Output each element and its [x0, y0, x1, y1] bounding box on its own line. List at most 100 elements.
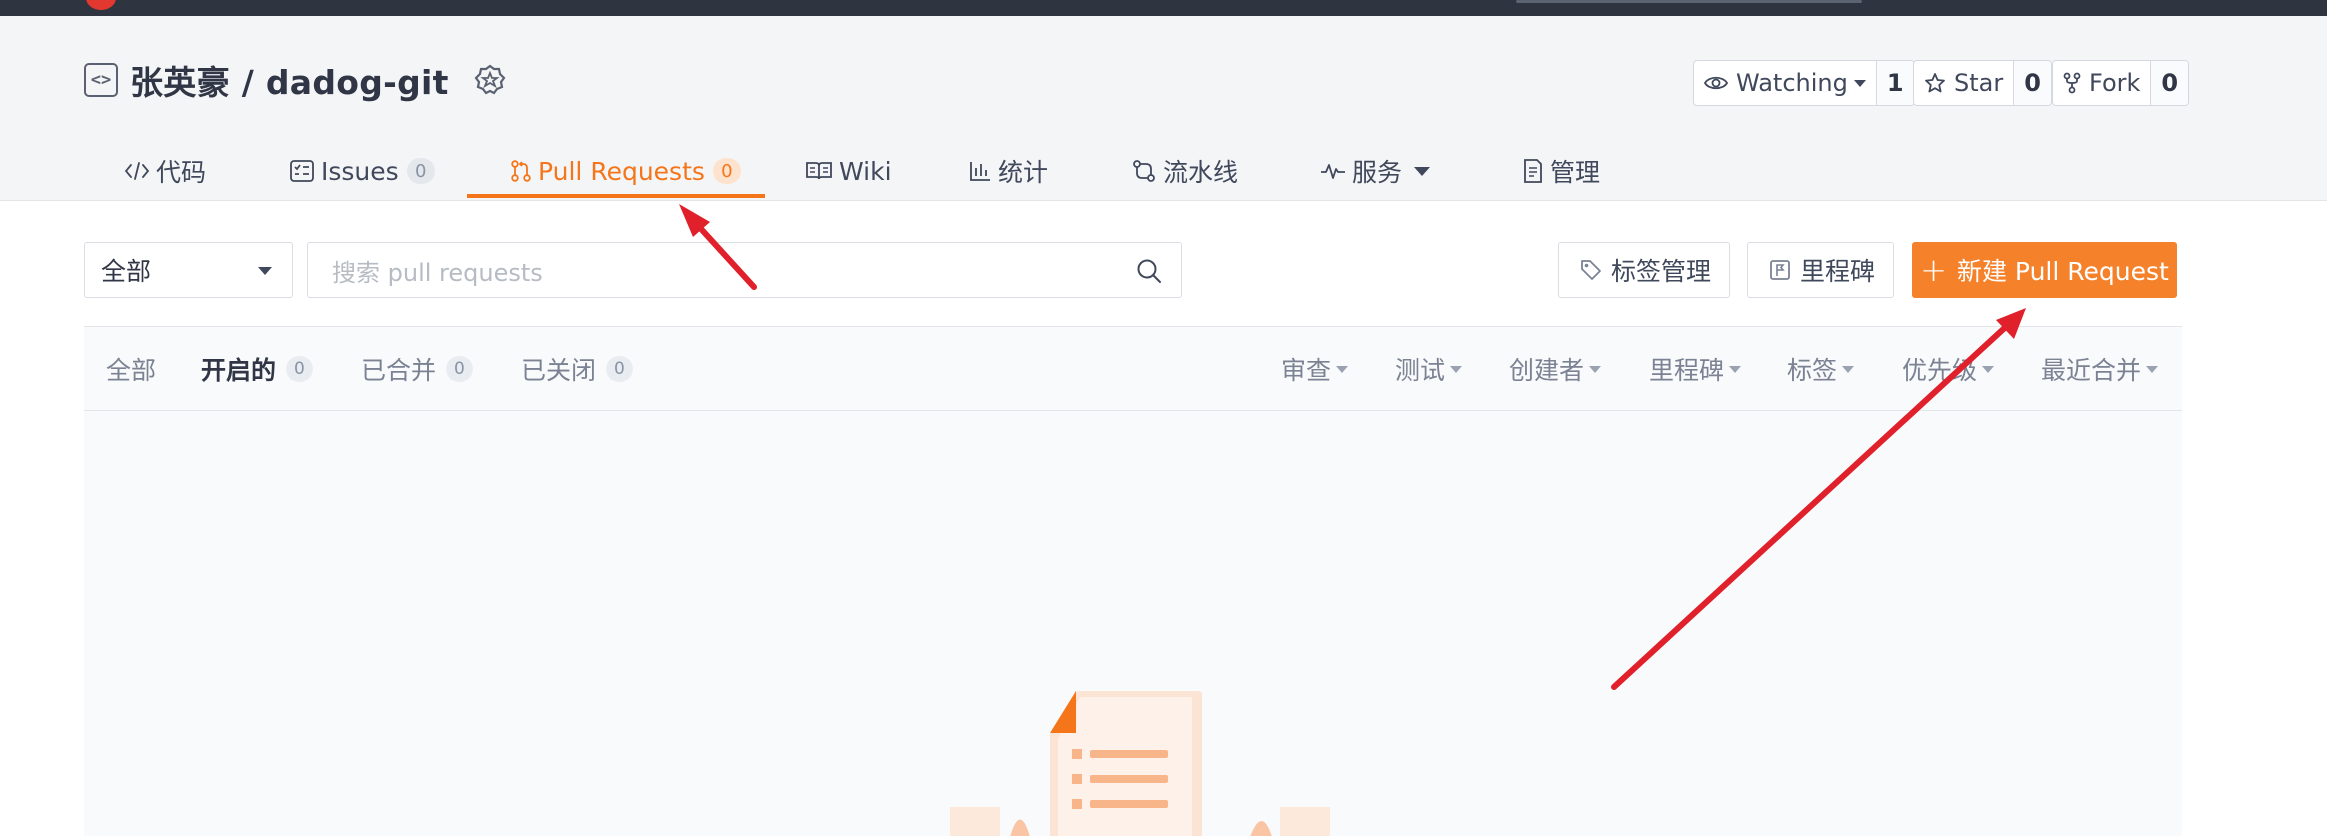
search-icon[interactable]: [1135, 257, 1163, 285]
tab-issues[interactable]: Issues 0: [289, 140, 435, 202]
chevron-down-icon: [2146, 365, 2159, 373]
chevron-down-icon: [258, 267, 272, 275]
merged-count-badge: 0: [446, 356, 473, 382]
milestone-button[interactable]: 里程碑: [1747, 242, 1895, 298]
new-pull-request-text: 新建 Pull Request: [1956, 257, 2169, 286]
filter-priority[interactable]: 优先级: [1902, 327, 1995, 411]
top-navbar: [0, 0, 2327, 16]
star-count[interactable]: 0: [2013, 61, 2051, 105]
chevron-down-icon: [1729, 365, 1742, 373]
filter-label: 创建者: [1509, 356, 1585, 385]
chevron-down-icon: [1842, 365, 1855, 373]
issues-icon: [290, 160, 314, 182]
repository-icon: <>: [84, 63, 118, 97]
filter-reviewer[interactable]: 审查: [1281, 327, 1349, 411]
tab-settings[interactable]: 管理: [1522, 140, 1600, 202]
star-label: Star: [1954, 69, 2004, 97]
fork-icon: [2063, 72, 2081, 94]
filter-label: 优先级: [1902, 356, 1978, 385]
closed-count-badge: 0: [606, 356, 633, 382]
search-input[interactable]: 搜索 pull requests: [307, 242, 1182, 298]
pipeline-icon: [1133, 160, 1155, 182]
issues-count-badge: 0: [406, 158, 435, 184]
chevron-down-icon: [1336, 365, 1349, 373]
tab-pull-requests[interactable]: Pull Requests 0: [510, 140, 741, 202]
empty-state-illustration: [950, 691, 1330, 836]
state-tab-label: 开启的: [201, 356, 277, 385]
label-manage-button[interactable]: 标签管理: [1558, 242, 1731, 298]
tab-label: 服务: [1352, 158, 1403, 187]
chevron-down-icon: [1450, 365, 1463, 373]
tab-label: Pull Requests: [538, 156, 705, 186]
filter-bar: 全部 开启的 0 已合并 0 已关闭 0 审查 测试 创建者 里程碑 标签 优先…: [84, 327, 2182, 411]
filter-author[interactable]: 创建者: [1509, 327, 1602, 411]
app-logo[interactable]: [86, 0, 116, 10]
tab-label: 管理: [1550, 158, 1601, 187]
tab-code[interactable]: 代码: [124, 140, 206, 202]
watch-count[interactable]: 1: [1875, 61, 1914, 105]
milestone-icon: [1770, 260, 1790, 280]
new-pull-request-button[interactable]: + 新建 Pull Request: [1912, 242, 2177, 298]
scope-select[interactable]: 全部: [84, 242, 293, 298]
tab-services[interactable]: 服务: [1320, 140, 1431, 202]
tag-icon: [1581, 260, 1601, 280]
watch-button[interactable]: Watching: [1694, 61, 1876, 105]
repo-name-link[interactable]: 张英豪 / dadog-git: [130, 56, 449, 104]
code-icon: [124, 162, 150, 180]
active-tab-indicator: [467, 194, 765, 198]
filter-tester[interactable]: 测试: [1395, 327, 1463, 411]
milestone-text: 里程碑: [1800, 257, 1876, 286]
state-tab-label: 已合并: [361, 356, 437, 385]
fork-control[interactable]: Fork 0: [2052, 60, 2190, 106]
star-button[interactable]: Star: [1914, 61, 2013, 105]
watch-control[interactable]: Watching 1: [1693, 60, 1915, 106]
tab-label: Issues: [321, 156, 399, 186]
tab-label: 统计: [998, 158, 1049, 187]
filter-label: 审查: [1281, 356, 1332, 385]
label-manage-text: 标签管理: [1611, 257, 1712, 286]
tab-pipeline[interactable]: 流水线: [1131, 140, 1238, 202]
scope-select-value: 全部: [101, 257, 152, 286]
state-tab-all[interactable]: 全部: [106, 327, 156, 411]
global-search-stub[interactable]: [1516, 0, 1862, 3]
eye-icon: [1704, 76, 1728, 90]
filter-sort[interactable]: 最近合并: [2041, 327, 2159, 411]
star-control[interactable]: Star 0: [1913, 60, 2052, 106]
fork-label: Fork: [2089, 69, 2141, 97]
chevron-down-icon: [1589, 365, 1602, 373]
watch-label: Watching: [1736, 69, 1848, 97]
tab-wiki[interactable]: Wiki: [805, 140, 892, 202]
filter-label: 测试: [1395, 356, 1446, 385]
state-tab-label: 全部: [106, 356, 157, 385]
bar-chart-icon: [970, 162, 990, 181]
pr-toolbar: 全部 搜索 pull requests 标签管理 里程碑 + 新建 Pull R…: [0, 242, 2327, 300]
filter-label: 最近合并: [2041, 356, 2142, 385]
fork-count[interactable]: 0: [2150, 61, 2189, 105]
repo-header: <> 张英豪 / dadog-git Watching 1 Star 0 For…: [0, 16, 2327, 201]
book-icon: [806, 162, 832, 180]
tab-label: Wiki: [839, 156, 892, 186]
fork-button[interactable]: Fork: [2053, 61, 2150, 105]
tab-label: 代码: [156, 158, 207, 187]
search-placeholder: 搜索 pull requests: [332, 258, 543, 287]
repo-nav: 代码 Issues 0 Pull Requests 0 Wiki 统计 流水线 …: [0, 140, 2327, 202]
tab-label: 流水线: [1163, 158, 1239, 187]
chevron-down-icon: [1414, 166, 1431, 176]
filter-label: 里程碑: [1649, 356, 1725, 385]
state-tab-open[interactable]: 开启的 0: [201, 327, 313, 411]
chevron-down-icon: [1982, 365, 1995, 373]
filter-milestone[interactable]: 里程碑: [1649, 327, 1742, 411]
pull-requests-count-badge: 0: [712, 158, 741, 184]
document-icon: [1524, 159, 1542, 183]
state-tab-merged[interactable]: 已合并 0: [361, 327, 473, 411]
plus-icon: +: [1920, 251, 1947, 289]
state-tab-label: 已关闭: [521, 356, 597, 385]
filter-label-dropdown[interactable]: 标签: [1787, 327, 1855, 411]
star-icon: [1925, 73, 1945, 93]
repo-title: <> 张英豪 / dadog-git: [84, 56, 507, 104]
pull-request-icon: [511, 160, 531, 182]
tab-statistics[interactable]: 统计: [968, 140, 1048, 202]
open-count-badge: 0: [286, 356, 313, 382]
pulse-icon: [1321, 164, 1345, 179]
state-tab-closed[interactable]: 已关闭 0: [521, 327, 633, 411]
